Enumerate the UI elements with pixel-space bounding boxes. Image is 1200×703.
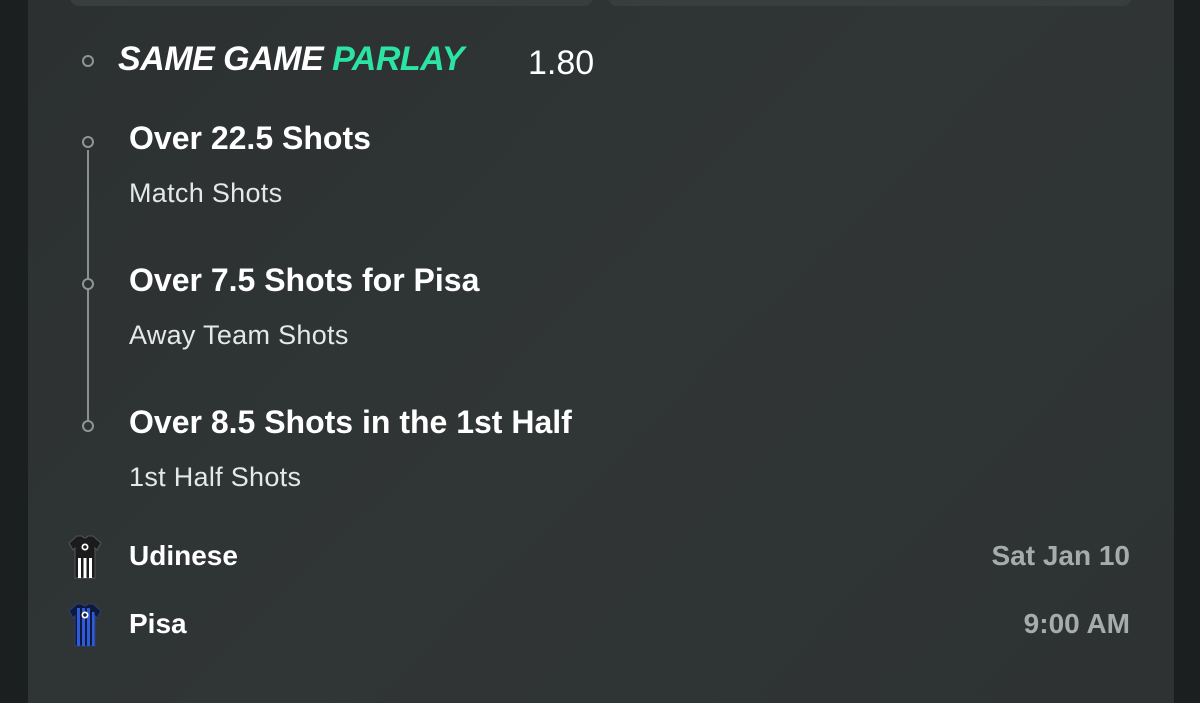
parlay-odds: 1.80: [528, 44, 595, 82]
top-right-button[interactable]: [608, 0, 1132, 6]
udinese-jersey-icon: [68, 535, 102, 579]
header-timeline-dot: [82, 55, 94, 67]
match-time: 9:00 AM: [1023, 608, 1130, 639]
top-left-button[interactable]: [70, 0, 593, 6]
parlay-card: SAME GAME PARLAY 1.80 Over 22.5 Shots Ma…: [28, 0, 1174, 703]
parlay-title: SAME GAME PARLAY: [118, 40, 464, 79]
away-team-name: Pisa: [129, 608, 187, 639]
parlay-title-part2: PARLAY: [332, 40, 464, 78]
leg-3-timeline-dot: [82, 420, 94, 432]
leg-2-subtitle: Away Team Shots: [129, 320, 349, 350]
leg-1-title: Over 22.5 Shots: [129, 120, 371, 156]
leg-1-timeline-dot: [82, 136, 94, 148]
leg-3-title: Over 8.5 Shots in the 1st Half: [129, 404, 572, 440]
away-team-row: Pisa 9:00 AM: [28, 602, 1174, 652]
home-team-row: Udinese Sat Jan 10: [28, 534, 1174, 584]
match-date: Sat Jan 10: [991, 540, 1130, 571]
leg-2-timeline-dot: [82, 278, 94, 290]
leg-3-subtitle: 1st Half Shots: [129, 462, 302, 492]
leg-2-title: Over 7.5 Shots for Pisa: [129, 262, 480, 298]
parlay-header: SAME GAME PARLAY 1.80: [28, 38, 1174, 86]
parlay-title-part1: SAME GAME: [118, 40, 324, 78]
pisa-jersey-icon: [68, 603, 102, 647]
home-team-name: Udinese: [129, 540, 238, 571]
leg-1-subtitle: Match Shots: [129, 178, 283, 208]
